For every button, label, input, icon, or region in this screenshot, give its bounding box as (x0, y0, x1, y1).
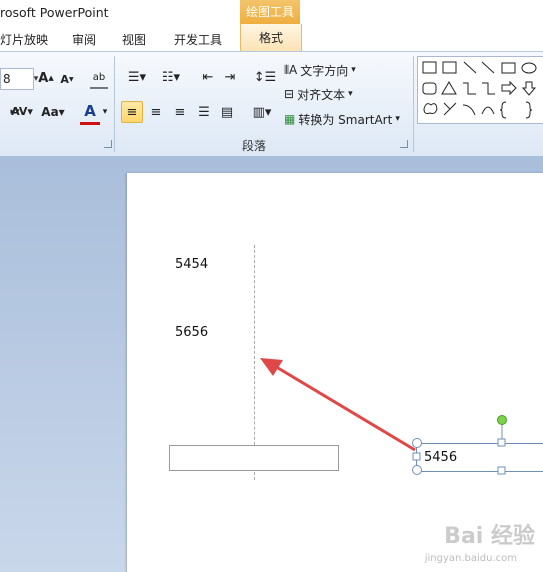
resize-handle-top-left-icon (412, 438, 422, 448)
vertical-text-box-shape-icon (442, 61, 457, 74)
rotate-handle-icon (497, 415, 507, 425)
convert-smartart-button[interactable]: ▦ 转换为 SmartArt ▾ (284, 109, 412, 129)
text-5454[interactable]: 5454 (175, 257, 208, 272)
shrink-font-icon[interactable]: A ▼ (60, 71, 74, 87)
clear-formatting-icon[interactable]: ab (90, 67, 108, 89)
selection-handles[interactable] (408, 410, 543, 480)
bullets-icon[interactable]: ☰▾ (122, 67, 152, 87)
elbow-arrow-connector-shape-icon (482, 82, 495, 95)
window-title: rosoft PowerPoint (0, 5, 109, 20)
font-color-dropdown-icon[interactable]: ▾ (100, 104, 110, 120)
resize-handle-bottom-left-icon (412, 465, 422, 475)
line-spacing-icon[interactable]: ↕☰ (252, 67, 278, 87)
rounded-rectangle-shape-icon (422, 82, 437, 95)
shapes-gallery[interactable] (417, 56, 543, 124)
increase-indent-icon[interactable]: ⇥ (220, 67, 240, 87)
chevron-down-icon: ▾ (348, 89, 353, 99)
baidu-watermark-url: jingyan.baidu.com (424, 553, 517, 564)
tab-format[interactable]: 格式 (240, 24, 302, 51)
convert-smartart-label: 转换为 SmartArt (298, 112, 393, 127)
font-dialog-launcher-icon[interactable] (104, 140, 112, 148)
tab-review[interactable]: 审阅 (72, 31, 96, 48)
font-size-field[interactable]: 8 (0, 68, 34, 90)
tab-developer[interactable]: 开发工具 (174, 31, 222, 48)
down-arrow-shape-icon (521, 81, 537, 96)
text-direction-button[interactable]: ⫴A 文字方向 ▾ (284, 60, 374, 80)
left-brace-shape-icon (499, 101, 507, 119)
ribbon: 8 ▾ A ▲ A ▼ ab ▸▾ AV▾ Aa ▾ A ▾ ☰▾ ☷▾ ⇤ ⇥ ↕☰… (0, 51, 543, 157)
cloud-shape-icon (423, 103, 438, 114)
tab-slideshow[interactable]: 灯片放映 (0, 31, 48, 48)
group-separator (114, 56, 115, 152)
ribbon-tab-bar: 灯片放映 审阅 视图 开发工具 格式 (0, 24, 543, 51)
title-bar: rosoft PowerPoint 绘图工具 (0, 0, 543, 24)
decrease-indent-icon[interactable]: ⇤ (198, 67, 218, 87)
shapes-gallery-icons (422, 61, 537, 119)
arrow-line-shape-icon (481, 61, 495, 74)
tab-view[interactable]: 视图 (122, 31, 146, 48)
numbering-icon[interactable]: ☷▾ (156, 67, 186, 87)
rectangle-shape-icon (501, 62, 516, 74)
triangle-shape-icon (441, 81, 457, 95)
group-separator (413, 56, 414, 152)
curve-shape-icon (481, 106, 495, 115)
align-right-icon[interactable]: ≡ (170, 102, 190, 122)
text-direction-icon: ⫴A (284, 62, 298, 77)
resize-handle-bottom-icon (497, 466, 506, 475)
align-center-icon[interactable]: ≡ (146, 102, 166, 122)
smartart-icon: ▦ (284, 112, 296, 126)
text-direction-label: 文字方向 (300, 63, 349, 78)
font-color-icon[interactable]: A (80, 100, 100, 125)
resize-handle-top-icon (497, 438, 506, 447)
annotation-arrow-icon (260, 358, 416, 452)
freeform-shape-icon (443, 102, 457, 116)
paragraph-dialog-launcher-icon[interactable] (400, 140, 408, 148)
resize-handle-left-icon (412, 452, 421, 461)
align-text-icon: ⊟ (284, 87, 295, 101)
oval-shape-icon (521, 62, 537, 74)
change-case-label: Aa (41, 105, 59, 119)
align-left-icon[interactable]: ≡ (121, 101, 143, 123)
character-spacing-icon[interactable]: AV▾ (8, 100, 36, 122)
grow-font-icon[interactable]: A ▲ (38, 69, 54, 87)
line-shape-icon (463, 61, 477, 74)
text-box-shape-icon (422, 61, 437, 74)
chevron-down-icon: ▾ (395, 114, 400, 124)
change-case-button[interactable]: Aa ▾ (40, 102, 66, 122)
justify-icon[interactable]: ☰ (194, 102, 214, 122)
columns-icon[interactable]: ▥▾ (248, 102, 276, 122)
right-brace-shape-icon (525, 101, 533, 119)
align-text-label: 对齐文本 (297, 87, 346, 102)
align-text-button[interactable]: ⊟ 对齐文本 ▾ (284, 84, 374, 104)
chevron-down-icon: ▾ (351, 65, 356, 75)
arc-shape-icon (462, 104, 476, 116)
right-arrow-shape-icon (501, 80, 517, 96)
elbow-connector-shape-icon (463, 82, 476, 95)
drawing-tools-context-header: 绘图工具 (240, 0, 300, 24)
baidu-watermark-logo: Bai 经验 (444, 524, 535, 549)
distributed-icon[interactable]: ▤ (217, 102, 237, 122)
text-5656[interactable]: 5656 (175, 325, 208, 340)
paragraph-group-label: 段落 (242, 139, 267, 153)
